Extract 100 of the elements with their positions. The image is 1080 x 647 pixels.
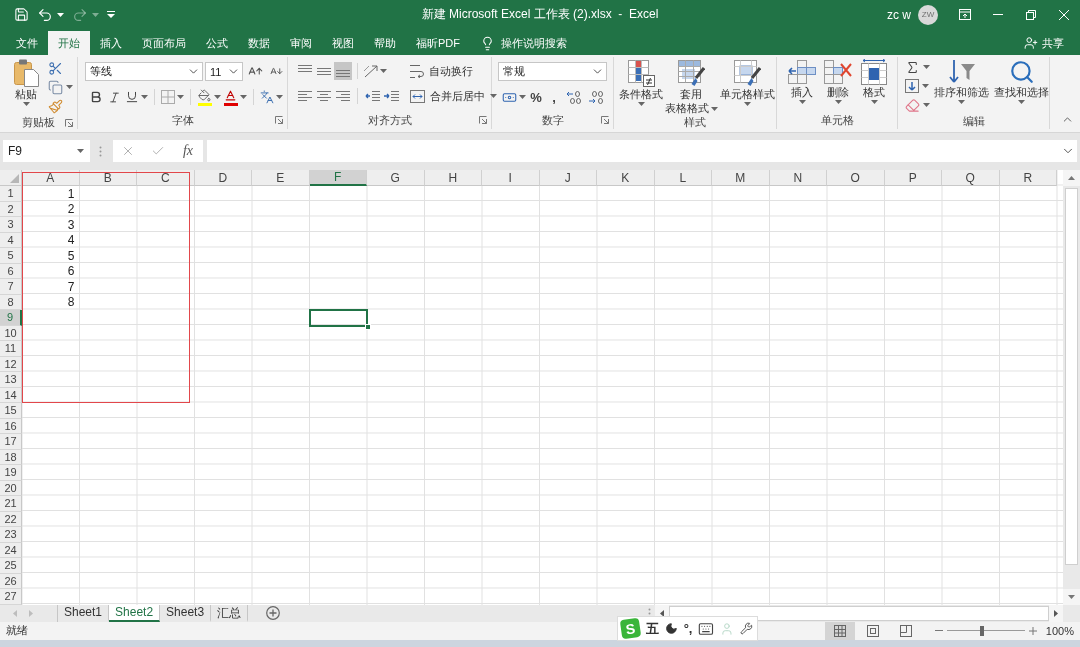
column-header[interactable]: F bbox=[309, 170, 367, 186]
caret-icon[interactable] bbox=[380, 69, 387, 73]
row-header[interactable]: 23 bbox=[0, 527, 22, 543]
row-header[interactable]: 15 bbox=[0, 403, 22, 419]
restore-icon[interactable] bbox=[1025, 9, 1036, 20]
caret-icon[interactable] bbox=[22, 102, 30, 106]
column-header[interactable]: L bbox=[654, 170, 712, 186]
punctuation-toggle[interactable]: °, bbox=[683, 621, 693, 636]
number-format-combobox[interactable]: 常规 bbox=[498, 62, 607, 81]
ribbon-options-icon[interactable] bbox=[958, 9, 971, 20]
caret-icon[interactable] bbox=[490, 94, 497, 98]
column-header[interactable]: G bbox=[367, 170, 425, 186]
caret-icon[interactable] bbox=[743, 102, 751, 106]
wrench-icon[interactable] bbox=[740, 622, 753, 635]
format-cells-button[interactable]: 格式 bbox=[857, 57, 891, 111]
align-right-icon[interactable] bbox=[336, 91, 350, 101]
caret-icon[interactable] bbox=[922, 84, 929, 88]
fill-handle[interactable] bbox=[365, 323, 371, 330]
caret-icon[interactable] bbox=[1018, 100, 1025, 104]
ribbon-tab[interactable]: 插入 bbox=[90, 31, 132, 55]
underline-icon[interactable] bbox=[125, 90, 139, 104]
caret-icon[interactable] bbox=[177, 95, 184, 99]
comma-button[interactable]: , bbox=[546, 88, 562, 106]
column-header[interactable]: K bbox=[597, 170, 655, 186]
scroll-down-icon[interactable] bbox=[1068, 594, 1075, 599]
ribbon-tab[interactable]: 数据 bbox=[238, 31, 280, 55]
increase-indent-icon[interactable] bbox=[383, 90, 399, 102]
zoom-in-icon[interactable] bbox=[1028, 626, 1037, 635]
bottom-align-button[interactable] bbox=[334, 62, 352, 80]
align-left-icon[interactable] bbox=[298, 91, 312, 101]
keyboard-icon[interactable] bbox=[698, 620, 715, 637]
row-header[interactable]: 11 bbox=[0, 341, 22, 357]
percent-button[interactable]: % bbox=[528, 88, 544, 106]
decrease-decimal-icon[interactable] bbox=[588, 90, 604, 104]
normal-view-icon[interactable] bbox=[833, 624, 846, 637]
dialog-launcher-icon[interactable] bbox=[601, 116, 609, 124]
sum-icon[interactable] bbox=[905, 59, 920, 75]
find-select-button[interactable]: 查找和选择 bbox=[993, 57, 1050, 114]
ribbon-tab[interactable]: 审阅 bbox=[280, 31, 322, 55]
column-header[interactable]: N bbox=[769, 170, 827, 186]
row-header[interactable]: 27 bbox=[0, 589, 22, 605]
insert-function-button[interactable]: fx bbox=[180, 143, 195, 159]
caret-icon[interactable] bbox=[141, 95, 148, 99]
close-icon[interactable] bbox=[1058, 9, 1069, 20]
caret-icon[interactable] bbox=[519, 95, 526, 99]
eraser-icon[interactable] bbox=[905, 97, 920, 113]
moon-icon[interactable] bbox=[664, 622, 678, 635]
ribbon-tab[interactable]: 文件 bbox=[6, 31, 48, 55]
scrollbar-thumb[interactable] bbox=[669, 605, 1049, 621]
row-header[interactable]: 7 bbox=[0, 279, 22, 295]
dialog-launcher-icon[interactable] bbox=[65, 118, 73, 127]
wrap-text-button[interactable]: 自动换行 bbox=[410, 62, 497, 80]
lightbulb-icon[interactable] bbox=[480, 35, 495, 51]
row-header[interactable]: 5 bbox=[0, 248, 22, 264]
customize-icon[interactable] bbox=[107, 11, 115, 18]
dialog-launcher-icon[interactable] bbox=[275, 116, 283, 124]
scissors-icon[interactable] bbox=[48, 60, 63, 76]
tell-me-field[interactable]: 操作说明搜索 bbox=[501, 37, 581, 49]
caret-icon[interactable] bbox=[77, 149, 84, 153]
sheet-tab[interactable]: 汇总 bbox=[211, 604, 249, 622]
undo-icon[interactable] bbox=[37, 6, 53, 23]
increase-decimal-icon[interactable] bbox=[566, 90, 582, 104]
paste-button[interactable]: 粘贴 bbox=[8, 57, 44, 115]
page-layout-icon[interactable] bbox=[866, 624, 879, 637]
column-header[interactable]: M bbox=[712, 170, 770, 186]
input-mode-toggle[interactable]: 五 bbox=[645, 619, 659, 638]
ribbon-tab[interactable]: 帮助 bbox=[364, 31, 406, 55]
caret-icon[interactable] bbox=[923, 103, 930, 107]
column-header[interactable]: R bbox=[999, 170, 1057, 186]
minimize-icon[interactable] bbox=[992, 14, 1003, 15]
row-header[interactable]: 25 bbox=[0, 558, 22, 574]
middle-align-icon[interactable] bbox=[317, 67, 331, 75]
column-header[interactable]: P bbox=[884, 170, 942, 186]
caret-icon[interactable] bbox=[214, 95, 221, 99]
add-sheet-icon[interactable] bbox=[266, 606, 281, 620]
font-name-combobox[interactable]: 等线 bbox=[85, 62, 203, 81]
slider-thumb[interactable] bbox=[979, 625, 984, 636]
row-header[interactable]: 9 bbox=[0, 310, 22, 326]
name-box[interactable]: F9 bbox=[3, 140, 90, 162]
page-break-icon[interactable] bbox=[899, 624, 912, 637]
caret-icon[interactable] bbox=[923, 65, 930, 69]
avatar[interactable]: ZW bbox=[918, 4, 938, 25]
row-header[interactable]: 1 bbox=[0, 186, 22, 202]
scroll-up-icon[interactable] bbox=[1068, 176, 1075, 180]
column-header[interactable]: Q bbox=[942, 170, 1000, 186]
ribbon-tab[interactable]: 公式 bbox=[196, 31, 238, 55]
caret-icon[interactable] bbox=[710, 106, 718, 111]
row-header[interactable]: 17 bbox=[0, 434, 22, 450]
row-header[interactable]: 3 bbox=[0, 217, 22, 233]
caret-icon[interactable] bbox=[57, 12, 64, 17]
top-align-icon[interactable] bbox=[298, 65, 312, 72]
scroll-right-icon[interactable] bbox=[1054, 609, 1058, 617]
decrease-indent-icon[interactable] bbox=[364, 90, 380, 102]
language-icon[interactable] bbox=[260, 90, 274, 104]
italic-icon[interactable] bbox=[107, 90, 121, 104]
vertical-scrollbar[interactable] bbox=[1063, 170, 1080, 605]
caret-icon[interactable] bbox=[870, 100, 878, 104]
caret-icon[interactable] bbox=[834, 100, 842, 104]
font-size-combobox[interactable]: 11 bbox=[205, 62, 243, 81]
row-header[interactable]: 19 bbox=[0, 465, 22, 481]
